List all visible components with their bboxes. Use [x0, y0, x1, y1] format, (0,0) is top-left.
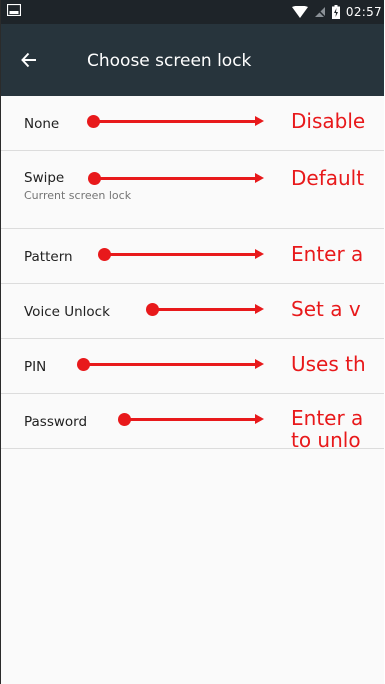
back-arrow-icon [21, 52, 36, 68]
annotation-text: Enter a to unlo [291, 406, 364, 452]
annotation-arrow [118, 412, 264, 426]
option-password[interactable]: Password Enter a to unlo [1, 394, 384, 452]
annotation-arrow [87, 114, 264, 128]
annotation-arrow [98, 247, 264, 261]
wifi-icon [291, 6, 308, 18]
option-title: Pattern [24, 249, 73, 265]
status-time: 02:57 [345, 5, 382, 19]
option-title: None [24, 116, 60, 132]
option-title: Password [24, 414, 88, 430]
app-bar: Choose screen lock [1, 24, 384, 96]
annotation-arrow [146, 302, 264, 316]
option-pattern[interactable]: Pattern Enter a [1, 229, 384, 284]
page-title: Choose screen lock [87, 51, 252, 71]
annotation-text: Disable [291, 109, 366, 133]
annotation-arrow [77, 357, 264, 371]
option-title: Voice Unlock [24, 304, 110, 320]
status-bar: 02:57 [1, 0, 384, 24]
option-title: Swipe [24, 170, 65, 186]
annotation-text: Set a v [291, 297, 361, 321]
option-pin[interactable]: PIN Uses th [1, 339, 384, 394]
battery-icon [331, 5, 340, 19]
back-button[interactable] [15, 46, 43, 74]
annotation-arrow [88, 171, 264, 185]
option-voice-unlock[interactable]: Voice Unlock Set a v [1, 284, 384, 339]
annotation-text: Uses th [291, 352, 366, 376]
notification-icon [7, 4, 21, 16]
annotation-text: Default [291, 166, 365, 190]
phone-screen: 02:57 Choose screen lock None Disable Sw… [0, 0, 384, 684]
annotation-text: Enter a [291, 242, 364, 266]
no-sim-icon [314, 6, 326, 18]
option-none[interactable]: None Disable [1, 96, 384, 151]
option-subtitle: Current screen lock [24, 189, 132, 202]
option-swipe[interactable]: Swipe Current screen lock Default [1, 151, 384, 229]
option-title: PIN [24, 359, 47, 375]
screen-lock-options: None Disable Swipe Current screen lock D… [1, 96, 384, 452]
